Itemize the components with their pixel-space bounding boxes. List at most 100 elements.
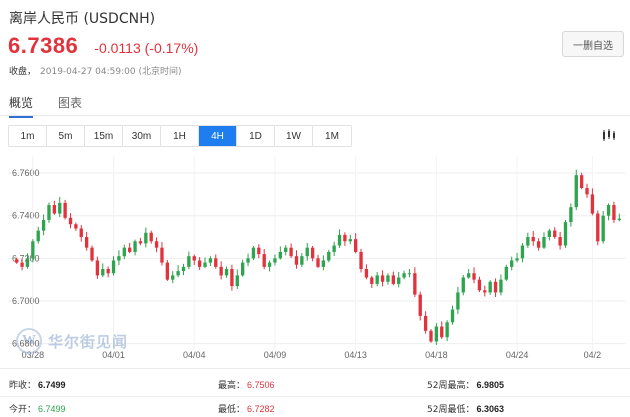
stat-low: 最低： 6.7282 xyxy=(218,402,275,415)
x-tick-label: 04/2 xyxy=(584,350,602,360)
status-time: 2019-04-27 04:59:00 (北京时间) xyxy=(40,67,182,77)
candle-body xyxy=(63,202,67,218)
candle-body xyxy=(321,260,326,267)
candle-body xyxy=(241,262,245,276)
candle-body xyxy=(47,205,51,220)
candle-body xyxy=(187,256,191,267)
candle-body xyxy=(531,237,535,242)
candle-body xyxy=(407,273,412,275)
candle-body xyxy=(499,279,503,293)
candle-body xyxy=(429,330,433,342)
candle-body xyxy=(434,326,439,342)
stat-label: 52周最高： xyxy=(427,381,475,391)
candle-body xyxy=(273,258,277,263)
candle-body xyxy=(165,262,170,280)
last-price: 6.7386 xyxy=(8,33,79,58)
watermark-text: 华尔街见闻 xyxy=(48,332,129,351)
candle-body xyxy=(219,266,223,276)
candle-body xyxy=(359,251,363,269)
candle-body xyxy=(337,234,342,246)
candle-body xyxy=(101,268,105,276)
period-15m[interactable]: 15m xyxy=(85,126,123,146)
candle-body xyxy=(418,294,422,316)
x-tick-label: 04/09 xyxy=(264,350,287,360)
candle-body xyxy=(563,222,568,246)
candle-body xyxy=(300,256,304,265)
stat-label: 最高： xyxy=(218,381,246,391)
candle-body xyxy=(488,281,492,293)
candle-body xyxy=(90,247,94,261)
watermark-logo-icon: W xyxy=(16,328,42,354)
period-30m[interactable]: 30m xyxy=(123,126,161,146)
candle-body xyxy=(171,275,175,280)
y-tick-label: 6.7400 xyxy=(12,211,40,221)
candle-body xyxy=(526,237,530,246)
candle-body xyxy=(138,241,143,244)
candle-body xyxy=(41,219,46,231)
candle-body xyxy=(327,251,331,261)
price-change: -0.0113 (-0.17%) xyxy=(94,40,199,56)
period-1w[interactable]: 1W xyxy=(275,126,313,146)
candle-body xyxy=(461,277,465,293)
stat-52w-low: 52周最低： 6.3063 xyxy=(427,402,504,415)
tab-overview[interactable]: 概览 xyxy=(9,94,34,118)
period-1h[interactable]: 1H xyxy=(161,126,199,146)
candle-body xyxy=(267,262,272,267)
candle-body xyxy=(176,271,180,276)
candle-body xyxy=(483,290,487,293)
candle-body xyxy=(25,258,30,267)
stat-open: 今开： 6.7499 xyxy=(9,402,66,415)
candle-body xyxy=(456,292,460,310)
candle-body xyxy=(445,322,449,338)
candle-body xyxy=(391,275,395,284)
candle-body xyxy=(117,256,121,261)
candle-body xyxy=(181,266,186,272)
candle-body xyxy=(386,275,390,282)
candle-body xyxy=(235,275,239,287)
candle-body xyxy=(230,268,234,287)
candle-body xyxy=(493,281,498,293)
candle-body xyxy=(251,247,256,259)
candle-body xyxy=(440,326,444,338)
candle-body xyxy=(52,205,57,214)
period-1m[interactable]: 1m xyxy=(9,126,47,146)
candle-body xyxy=(36,230,40,242)
chart-type-icon[interactable] xyxy=(602,128,616,142)
candle-body xyxy=(203,262,207,267)
candle-body xyxy=(305,247,309,257)
close-status: 收盘， 2019-04-27 04:59:00 (北京时间) xyxy=(9,64,182,77)
candle-body xyxy=(380,275,385,282)
stats-row: 今开： 6.7499 最低： 6.7282 52周最低： 6.3063 xyxy=(0,397,630,417)
stat-label: 52周最低： xyxy=(427,405,475,415)
x-tick-label: 04/04 xyxy=(183,350,206,360)
stat-value: 6.7506 xyxy=(247,380,275,390)
candle-body xyxy=(74,224,78,229)
period-1mo[interactable]: 1M xyxy=(313,126,351,146)
candle-body xyxy=(332,245,336,252)
candle-body xyxy=(246,258,250,263)
candle-body xyxy=(294,256,299,265)
candle-body xyxy=(370,277,374,284)
period-5m[interactable]: 5m xyxy=(47,126,85,146)
candle-body xyxy=(515,258,519,261)
candle-body xyxy=(289,247,293,257)
candle-body xyxy=(343,234,347,242)
candle-body xyxy=(149,232,153,242)
period-1d[interactable]: 1D xyxy=(237,126,275,146)
candle-body xyxy=(133,241,137,252)
candle-body xyxy=(278,251,283,259)
candle-body xyxy=(224,268,229,276)
candle-body xyxy=(617,218,621,220)
tab-chart[interactable]: 图表 xyxy=(58,94,82,116)
stat-prev-close: 昨收： 6.7499 xyxy=(9,378,66,391)
candle-body xyxy=(310,247,315,259)
candle-body xyxy=(106,268,110,274)
candle-body xyxy=(553,230,557,238)
stat-value: 6.7282 xyxy=(247,404,275,414)
candle-body xyxy=(585,187,589,195)
period-4h[interactable]: 4H xyxy=(199,126,237,146)
remove-watchlist-button[interactable]: 一删自选 xyxy=(562,31,624,57)
candle-body xyxy=(574,175,578,208)
status-label: 收盘， xyxy=(9,67,37,77)
instrument-title: 离岸人民币 (USDCNH) xyxy=(9,11,156,27)
